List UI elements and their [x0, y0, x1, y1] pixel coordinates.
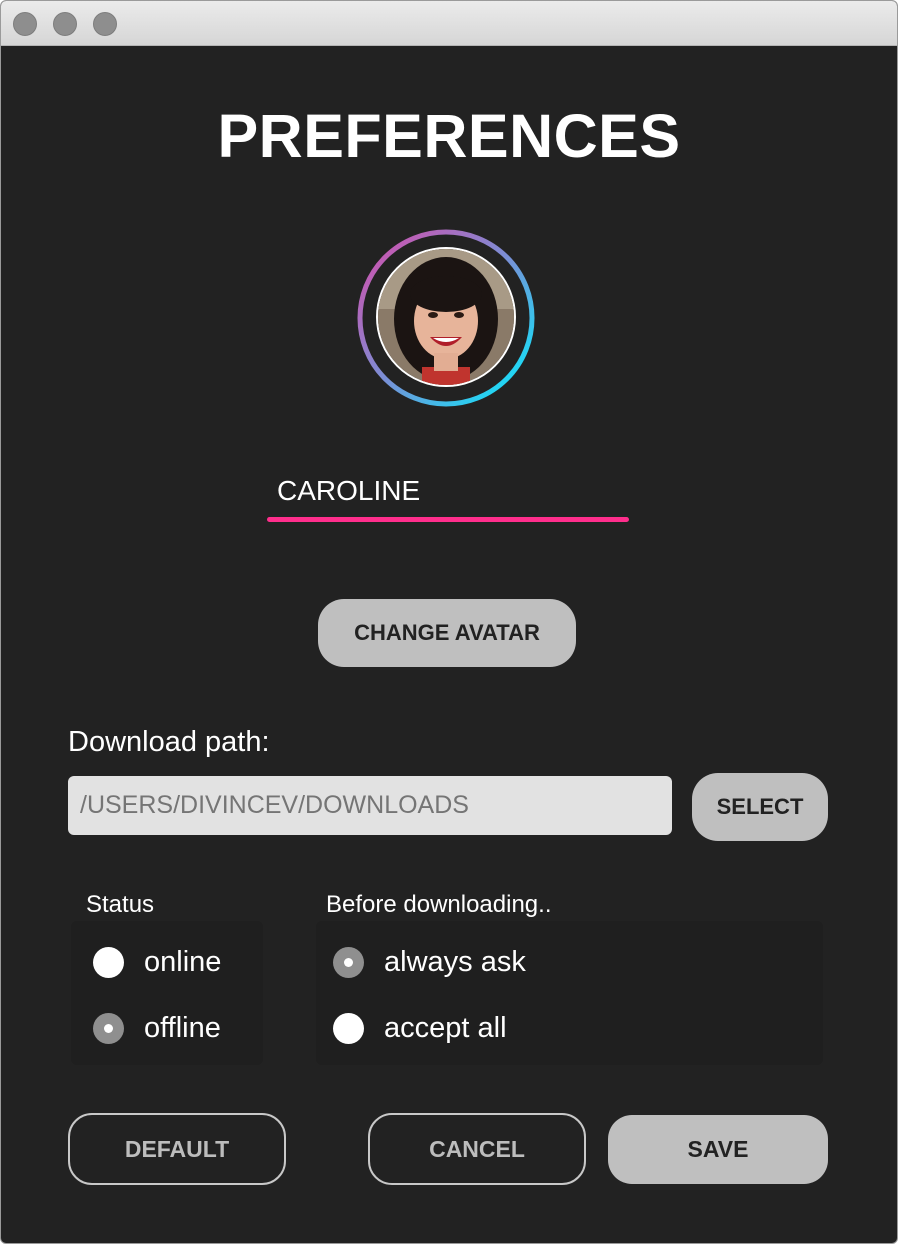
page-title: PREFERENCES: [217, 102, 681, 170]
radio-unselected-icon[interactable]: [333, 1013, 364, 1044]
status-label: Status: [86, 891, 155, 918]
cancel-button[interactable]: CANCEL: [368, 1113, 586, 1185]
status-option-label: online: [144, 946, 222, 978]
status-option-online[interactable]: online: [93, 946, 221, 979]
option-always-ask[interactable]: always ask: [333, 946, 526, 979]
default-button[interactable]: DEFAULT: [68, 1113, 286, 1185]
avatar-image: [378, 249, 514, 385]
name-underline: [267, 517, 629, 522]
download-path-label: Download path:: [68, 726, 270, 758]
close-window-button[interactable]: [13, 12, 37, 36]
avatar[interactable]: [376, 247, 516, 387]
zoom-window-button[interactable]: [93, 12, 117, 36]
option-accept-all[interactable]: accept all: [333, 1012, 507, 1045]
radio-selected-icon[interactable]: [93, 1013, 124, 1044]
name-field: [267, 469, 629, 525]
status-option-label: offline: [144, 1012, 221, 1044]
before-downloading-label: Before downloading..: [326, 891, 552, 918]
radio-unselected-icon[interactable]: [93, 947, 124, 978]
name-input[interactable]: [277, 469, 617, 513]
select-path-button[interactable]: SELECT: [692, 773, 828, 841]
preferences-window: PREFERENCES CHANGE AVAT: [0, 0, 898, 1244]
radio-selected-icon[interactable]: [333, 947, 364, 978]
save-button[interactable]: SAVE: [608, 1115, 828, 1184]
download-path-input[interactable]: [68, 776, 672, 835]
status-option-offline[interactable]: offline: [93, 1012, 221, 1045]
option-label: always ask: [384, 946, 526, 978]
title-bar: [1, 1, 897, 46]
option-label: accept all: [384, 1012, 507, 1044]
change-avatar-button[interactable]: CHANGE AVATAR: [318, 599, 576, 667]
minimize-window-button[interactable]: [53, 12, 77, 36]
